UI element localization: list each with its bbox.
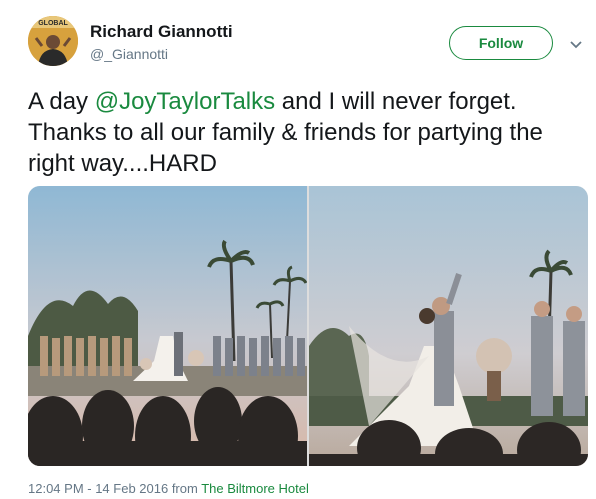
location-link[interactable]: The Biltmore Hotel — [201, 481, 309, 496]
author-handle[interactable]: @_Giannotti — [90, 46, 168, 62]
avatar-logo-text: GLOBAL — [38, 20, 68, 27]
tweet-text: A day @JoyTaylorTalks and I will never f… — [28, 86, 588, 179]
mention-link[interactable]: @JoyTaylorTalks — [95, 88, 275, 115]
author-avatar[interactable]: GLOBAL — [28, 16, 78, 66]
photo-left[interactable] — [28, 186, 307, 466]
tweet-time-date[interactable]: 12:04 PM - 14 Feb 2016 — [28, 481, 168, 496]
chevron-down-icon[interactable] — [568, 36, 584, 52]
photo-right[interactable] — [309, 186, 588, 466]
tweet-from-text: from — [168, 481, 202, 496]
tweet-timestamp: 12:04 PM - 14 Feb 2016 from The Biltmore… — [28, 481, 309, 496]
follow-button[interactable]: Follow — [449, 26, 553, 60]
avatar-image: GLOBAL — [28, 16, 78, 66]
author-name[interactable]: Richard Giannotti — [90, 22, 233, 42]
tweet-text-before: A day — [28, 88, 95, 115]
photo-grid — [28, 186, 588, 466]
